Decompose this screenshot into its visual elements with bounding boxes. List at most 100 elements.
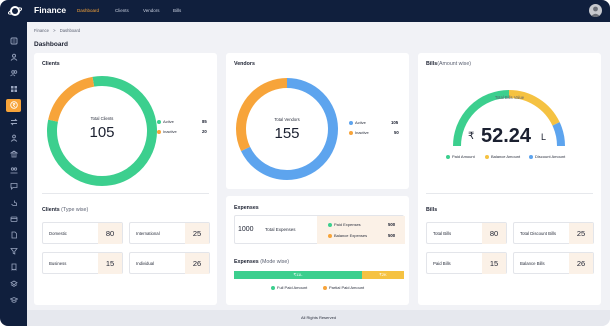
sidebar-item-document[interactable]: [8, 229, 19, 240]
legend-label: Inactive: [355, 130, 369, 135]
bills-total[interactable]: Total Bills 80: [426, 222, 507, 244]
sidebar-item-grid[interactable]: [8, 84, 19, 95]
user-avatar-icon: [590, 6, 601, 17]
client-type-international[interactable]: International 25: [129, 222, 210, 244]
expenses-mode-subtitle: (Mode wise): [260, 259, 290, 265]
legend-label: Active: [355, 120, 366, 125]
vendors-total-value: 155: [274, 125, 300, 142]
client-type-individual[interactable]: Individual 26: [129, 252, 210, 274]
clients-legend-active: Active: [157, 119, 174, 124]
legend-dot: [349, 130, 353, 135]
sidebar-item-group[interactable]: [8, 165, 19, 176]
clients-legend-inactive-value: 20: [202, 129, 207, 134]
nav-vendors[interactable]: Vendors: [143, 8, 160, 13]
bills-summary-title: Bills: [426, 207, 438, 213]
sidebar-item-bank[interactable]: [8, 148, 19, 159]
group-icon: [10, 167, 17, 174]
expenses-balance-value: 500: [388, 233, 396, 238]
user-icon: [10, 53, 17, 61]
clients-type-title: Clients (Type wise): [42, 207, 88, 213]
legend-label: Balance Amount: [491, 154, 521, 159]
sidebar-item-card[interactable]: [8, 213, 19, 224]
sidebar-item-hand[interactable]: [8, 197, 19, 208]
nav-clients[interactable]: Clients: [115, 8, 129, 13]
sidebar-item-people[interactable]: [8, 132, 19, 143]
sidebar-item-receipt[interactable]: [8, 262, 19, 273]
rupee-icon: [9, 101, 18, 110]
client-type-value: 26: [185, 253, 209, 274]
breadcrumb-root[interactable]: Finance: [34, 28, 49, 33]
legend-label: Full Paid Amount: [277, 285, 308, 290]
bills-total-discount[interactable]: Total Discount Bills 25: [513, 222, 594, 244]
expenses-paid-row: Paid Expenses: [328, 222, 361, 227]
client-type-label: Individual: [136, 261, 155, 266]
vendors-legend-active: Active: [349, 120, 366, 125]
bills-title-text: Bills: [426, 61, 438, 67]
sidebar-item-filter[interactable]: [8, 246, 19, 257]
bills-item-value: 80: [482, 223, 506, 244]
page-title: Dashboard: [34, 41, 68, 48]
list-icon: [10, 37, 17, 44]
card-icon: [10, 216, 17, 222]
gauge-segment-discount: [552, 122, 565, 147]
expenses-balance-row: Balance Expenses: [328, 233, 367, 238]
vendors-title: Vendors: [234, 61, 255, 67]
vendors-legend-inactive: Inactive: [349, 130, 369, 135]
brand-name: Finance: [34, 5, 67, 15]
grid-icon: [10, 86, 17, 93]
hand-icon: [10, 200, 17, 206]
sidebar-item-users[interactable]: [8, 67, 19, 78]
bills-balance[interactable]: Balance Bills 26: [513, 252, 594, 274]
bills-item-label: Paid Bills: [433, 261, 451, 266]
nav-bills[interactable]: Bills: [173, 8, 181, 13]
app-frame: Finance Dashboard Clients Vendors Bills …: [0, 0, 610, 326]
bills-gauge-label: Total Bills Value: [494, 95, 525, 100]
sidebar-item-list[interactable]: [8, 35, 19, 46]
top-navbar: Finance Dashboard Clients Vendors Bills: [0, 0, 610, 22]
expenses-legend-full: Full Paid Amount: [271, 285, 307, 290]
expenses-title: Expenses: [234, 205, 259, 211]
bills-item-label: Balance Bills: [520, 261, 545, 266]
bills-legend-discount: Discount Amount: [529, 154, 565, 159]
expenses-mode-bar: ₹11L ₹2K: [234, 271, 404, 279]
client-type-value: 15: [98, 253, 122, 274]
legend-label: Balance Expenses: [334, 233, 368, 238]
divider: [42, 193, 209, 194]
client-type-label: Domestic: [49, 231, 67, 236]
footer: All Rights Reserved: [27, 310, 610, 326]
sidebar-item-chat[interactable]: [8, 181, 19, 192]
legend-label: Discount Amount: [535, 154, 566, 159]
expenses-legend-partial: Partial Paid Amount: [323, 285, 364, 290]
clients-legend-active-value: 85: [202, 119, 207, 124]
vendors-legend-inactive-value: 50: [394, 130, 399, 135]
vendors-card: Vendors Total Vendors 155 Active 105 Ina…: [226, 53, 409, 189]
expenses-breakdown: Paid Expenses 500 Balance Expenses 500: [317, 216, 405, 244]
legend-dot: [328, 222, 332, 227]
legend-label: Active: [163, 119, 174, 124]
expenses-card: Expenses 1000 Total Expenses Paid Expens…: [226, 196, 409, 305]
sidebar-item-rupee[interactable]: [6, 98, 21, 112]
nav-dashboard[interactable]: Dashboard: [77, 8, 99, 13]
legend-dot: [157, 119, 161, 124]
bills-item-value: 25: [569, 223, 593, 244]
sidebar-item-cap[interactable]: [8, 294, 19, 305]
client-type-business[interactable]: Business 15: [42, 252, 123, 274]
user-avatar[interactable]: [589, 4, 602, 17]
bills-title: Bills(Amount wise): [426, 61, 471, 67]
sidebar-item-user[interactable]: [8, 51, 19, 62]
bills-paid[interactable]: Paid Bills 15: [426, 252, 507, 274]
bank-icon: [9, 150, 18, 158]
expenses-partial-segment: ₹2K: [362, 271, 404, 279]
legend-dot: [328, 233, 332, 238]
expenses-mode-title: Expenses (Mode wise): [234, 259, 289, 265]
sidebar-item-transfer[interactable]: [8, 116, 19, 127]
expenses-total-label: Total Expenses: [265, 227, 296, 232]
legend-dot: [157, 129, 161, 134]
client-type-label: International: [136, 231, 160, 236]
bills-item-value: 26: [569, 253, 593, 274]
clients-legend-inactive: Inactive: [157, 129, 177, 134]
cap-icon: [9, 296, 18, 303]
sidebar-item-layers[interactable]: [8, 278, 19, 289]
client-type-domestic[interactable]: Domestic 80: [42, 222, 123, 244]
breadcrumb-current: Dashboard: [59, 28, 81, 33]
